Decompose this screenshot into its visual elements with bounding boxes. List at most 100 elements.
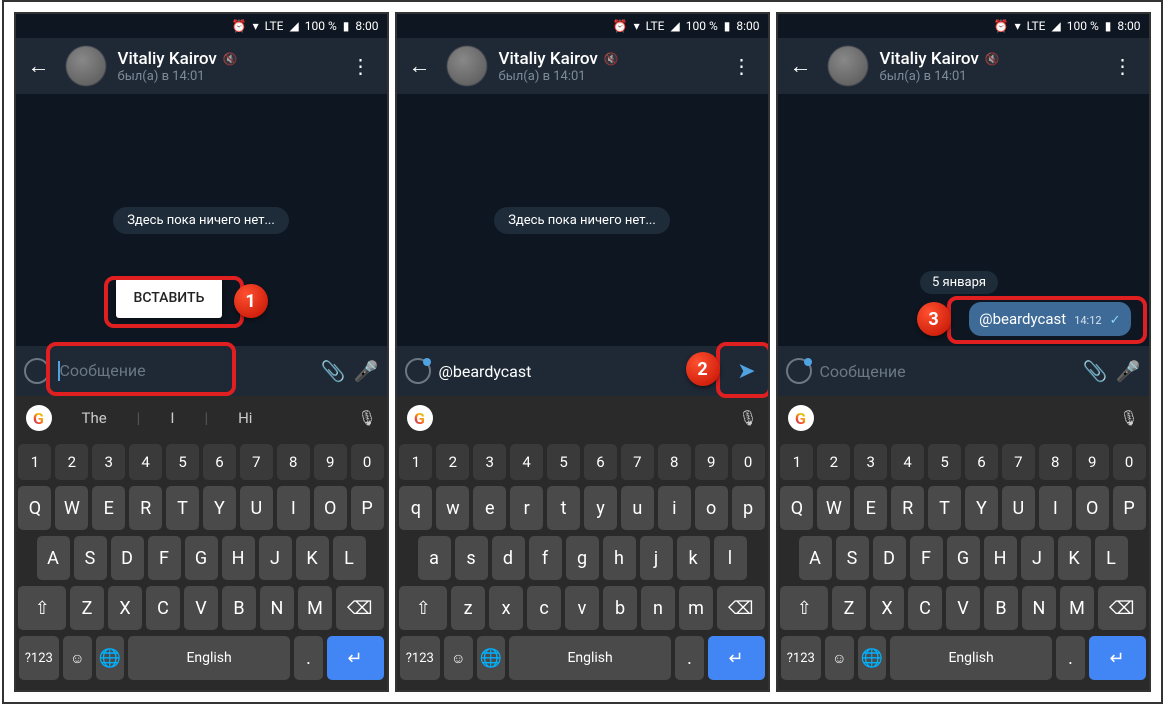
key-space[interactable]: English — [890, 636, 1052, 680]
key-period[interactable]: . — [294, 636, 322, 680]
key-X[interactable]: X — [870, 586, 904, 630]
key-c[interactable]: c — [527, 586, 561, 630]
attach-icon[interactable]: 📎 — [1083, 359, 1108, 383]
key-T[interactable]: T — [166, 486, 199, 530]
key-g[interactable]: g — [566, 536, 599, 580]
key-W[interactable]: W — [817, 486, 850, 530]
key-3[interactable]: 3 — [92, 444, 125, 480]
key-T[interactable]: T — [928, 486, 961, 530]
key-P[interactable]: P — [351, 486, 384, 530]
key-1[interactable]: 1 — [780, 444, 813, 480]
key-S[interactable]: S — [836, 536, 869, 580]
key-t[interactable]: t — [547, 486, 580, 530]
key-B[interactable]: B — [984, 586, 1018, 630]
more-menu[interactable]: ⋮ — [724, 46, 760, 86]
key-R[interactable]: R — [129, 486, 162, 530]
key-4[interactable]: 4 — [129, 444, 162, 480]
key-0[interactable]: 0 — [351, 444, 384, 480]
message-input[interactable]: Сообщение — [58, 361, 313, 382]
message-input[interactable] — [820, 362, 1075, 381]
key-O[interactable]: O — [1076, 486, 1109, 530]
key-G[interactable]: G — [185, 536, 218, 580]
key-7[interactable]: 7 — [621, 444, 654, 480]
suggestion[interactable]: Hi — [226, 409, 264, 427]
key-⇧[interactable]: ⇧ — [780, 586, 828, 630]
key-n[interactable]: n — [641, 586, 675, 630]
key-enter[interactable]: ↵ — [708, 636, 765, 680]
message-input[interactable]: @beardycast — [439, 362, 726, 381]
key-H[interactable]: H — [984, 536, 1017, 580]
key-P[interactable]: P — [1113, 486, 1146, 530]
key-symbols[interactable]: ?123 — [781, 636, 822, 680]
key-9[interactable]: 9 — [1076, 444, 1109, 480]
key-Y[interactable]: Y — [203, 486, 236, 530]
key-2[interactable]: 2 — [817, 444, 850, 480]
key-w[interactable]: w — [436, 486, 469, 530]
key-E[interactable]: E — [92, 486, 125, 530]
key-enter[interactable]: ↵ — [1089, 636, 1146, 680]
key-period[interactable]: . — [1056, 636, 1084, 680]
more-menu[interactable]: ⋮ — [343, 46, 379, 86]
key-L[interactable]: L — [1095, 536, 1128, 580]
key-X[interactable]: X — [108, 586, 142, 630]
key-m[interactable]: m — [679, 586, 713, 630]
key-i[interactable]: i — [658, 486, 691, 530]
key-⌫[interactable]: ⌫ — [717, 586, 765, 630]
key-C[interactable]: C — [908, 586, 942, 630]
key-H[interactable]: H — [222, 536, 255, 580]
key-9[interactable]: 9 — [695, 444, 728, 480]
key-J[interactable]: J — [259, 536, 292, 580]
key-D[interactable]: D — [111, 536, 144, 580]
key-2[interactable]: 2 — [55, 444, 88, 480]
key-globe[interactable]: 🌐 — [477, 636, 505, 680]
emoji-icon[interactable] — [405, 358, 431, 384]
key-S[interactable]: S — [74, 536, 107, 580]
key-symbols[interactable]: ?123 — [400, 636, 441, 680]
key-b[interactable]: b — [603, 586, 637, 630]
key-1[interactable]: 1 — [18, 444, 51, 480]
key-5[interactable]: 5 — [547, 444, 580, 480]
key-period[interactable]: . — [675, 636, 703, 680]
sent-message[interactable]: @beardycast 14:12 ✓ — [969, 302, 1130, 336]
key-3[interactable]: 3 — [473, 444, 506, 480]
key-enter[interactable]: ↵ — [327, 636, 384, 680]
key-C[interactable]: C — [146, 586, 180, 630]
key-0[interactable]: 0 — [1113, 444, 1146, 480]
key-8[interactable]: 8 — [277, 444, 310, 480]
key-F[interactable]: F — [148, 536, 181, 580]
key-emoji[interactable]: ☺ — [63, 636, 91, 680]
key-F[interactable]: F — [910, 536, 943, 580]
key-k[interactable]: k — [677, 536, 710, 580]
key-K[interactable]: K — [296, 536, 329, 580]
emoji-icon[interactable] — [24, 358, 50, 384]
key-J[interactable]: J — [1021, 536, 1054, 580]
key-5[interactable]: 5 — [166, 444, 199, 480]
key-4[interactable]: 4 — [891, 444, 924, 480]
key-Z[interactable]: Z — [70, 586, 104, 630]
avatar[interactable] — [66, 46, 106, 86]
key-N[interactable]: N — [260, 586, 294, 630]
attach-icon[interactable]: 📎 — [321, 359, 346, 383]
voice-input-icon[interactable]: 🎙 — [738, 409, 757, 427]
key-U[interactable]: U — [1002, 486, 1035, 530]
key-A[interactable]: A — [799, 536, 832, 580]
avatar[interactable] — [828, 46, 868, 86]
google-icon[interactable]: G — [788, 405, 814, 431]
key-Q[interactable]: Q — [780, 486, 813, 530]
key-3[interactable]: 3 — [854, 444, 887, 480]
key-G[interactable]: G — [947, 536, 980, 580]
key-V[interactable]: V — [946, 586, 980, 630]
key-l[interactable]: l — [714, 536, 747, 580]
key-x[interactable]: x — [489, 586, 523, 630]
key-I[interactable]: I — [277, 486, 310, 530]
key-e[interactable]: e — [473, 486, 506, 530]
key-⇧[interactable]: ⇧ — [399, 586, 447, 630]
voice-input-icon[interactable]: 🎙 — [357, 409, 376, 427]
key-M[interactable]: M — [298, 586, 332, 630]
key-z[interactable]: z — [451, 586, 485, 630]
key-emoji[interactable]: ☺ — [825, 636, 853, 680]
key-U[interactable]: U — [240, 486, 273, 530]
key-I[interactable]: I — [1039, 486, 1072, 530]
send-button[interactable]: ➤ — [733, 355, 759, 388]
key-space[interactable]: English — [509, 636, 671, 680]
